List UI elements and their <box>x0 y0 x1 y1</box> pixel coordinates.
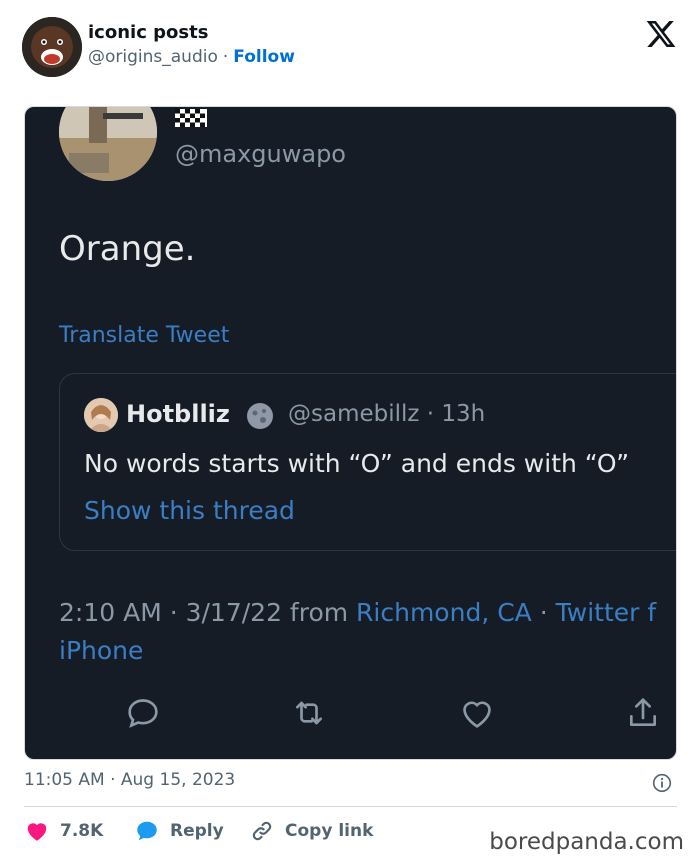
tweet-image[interactable]: @maxguwapo Orange. Translate Tweet Hotbl… <box>24 106 677 760</box>
screenshot-avatar <box>59 107 157 181</box>
quoted-name: Hotblliz <box>126 400 230 428</box>
heart-icon <box>27 823 47 841</box>
quoted-text: No words starts with “O” and ends with “… <box>84 449 630 478</box>
author-handle-line: @origins_audio · Follow <box>88 47 295 67</box>
share-icon <box>623 693 663 733</box>
screenshot-meta: 2:10 AM · 3/17/22 from Richmond, CA · Tw… <box>59 594 676 670</box>
meta-source: Twitter f <box>555 598 657 627</box>
tweet-embed: iconic posts @origins_audio · Follow @ma… <box>0 0 700 866</box>
watermark: boredpanda.com <box>481 829 684 855</box>
follow-button[interactable]: Follow <box>233 47 295 67</box>
link-icon <box>252 821 272 841</box>
quoted-tweet: Hotblliz @samebillz · 13h No words start… <box>59 373 676 551</box>
show-thread-link: Show this thread <box>84 496 295 525</box>
quoted-avatar <box>84 398 118 432</box>
copy-link-button[interactable]: Copy link <box>249 816 373 846</box>
like-icon <box>457 693 497 733</box>
screenshot-handle: @maxguwapo <box>175 140 346 168</box>
footer-divider <box>24 806 677 807</box>
separator-dot: · <box>222 47 229 67</box>
reply-button[interactable]: Reply <box>134 816 224 846</box>
moon-face-icon <box>244 400 276 432</box>
meta-separator: · <box>531 598 556 627</box>
quoted-handle-time: @samebillz · 13h <box>288 401 486 427</box>
likes-count: 7.8K <box>60 821 104 841</box>
meta-location: Richmond, CA <box>356 598 532 627</box>
x-logo-icon[interactable] <box>645 18 677 50</box>
retweet-icon <box>289 693 329 733</box>
screenshot-tweet-text: Orange. <box>59 229 196 269</box>
tweet-timestamp[interactable]: 11:05 AM · Aug 15, 2023 <box>24 770 235 790</box>
reply-bubble-icon <box>137 821 157 841</box>
meta-time-date: 2:10 AM · 3/17/22 from <box>59 598 357 627</box>
author-handle[interactable]: @origins_audio <box>88 47 218 67</box>
author-avatar[interactable] <box>22 17 82 77</box>
meta-source-continued: iPhone <box>59 636 144 665</box>
info-icon[interactable] <box>652 773 672 793</box>
copy-link-label: Copy link <box>285 821 374 841</box>
author-name[interactable]: iconic posts <box>88 22 208 43</box>
checkered-flag-icon <box>175 109 207 127</box>
screenshot-action-bar <box>25 693 676 737</box>
translate-tweet-link: Translate Tweet <box>59 323 230 348</box>
reply-label: Reply <box>170 821 224 841</box>
reply-icon <box>123 693 163 733</box>
like-button[interactable]: 7.8K <box>24 816 103 846</box>
